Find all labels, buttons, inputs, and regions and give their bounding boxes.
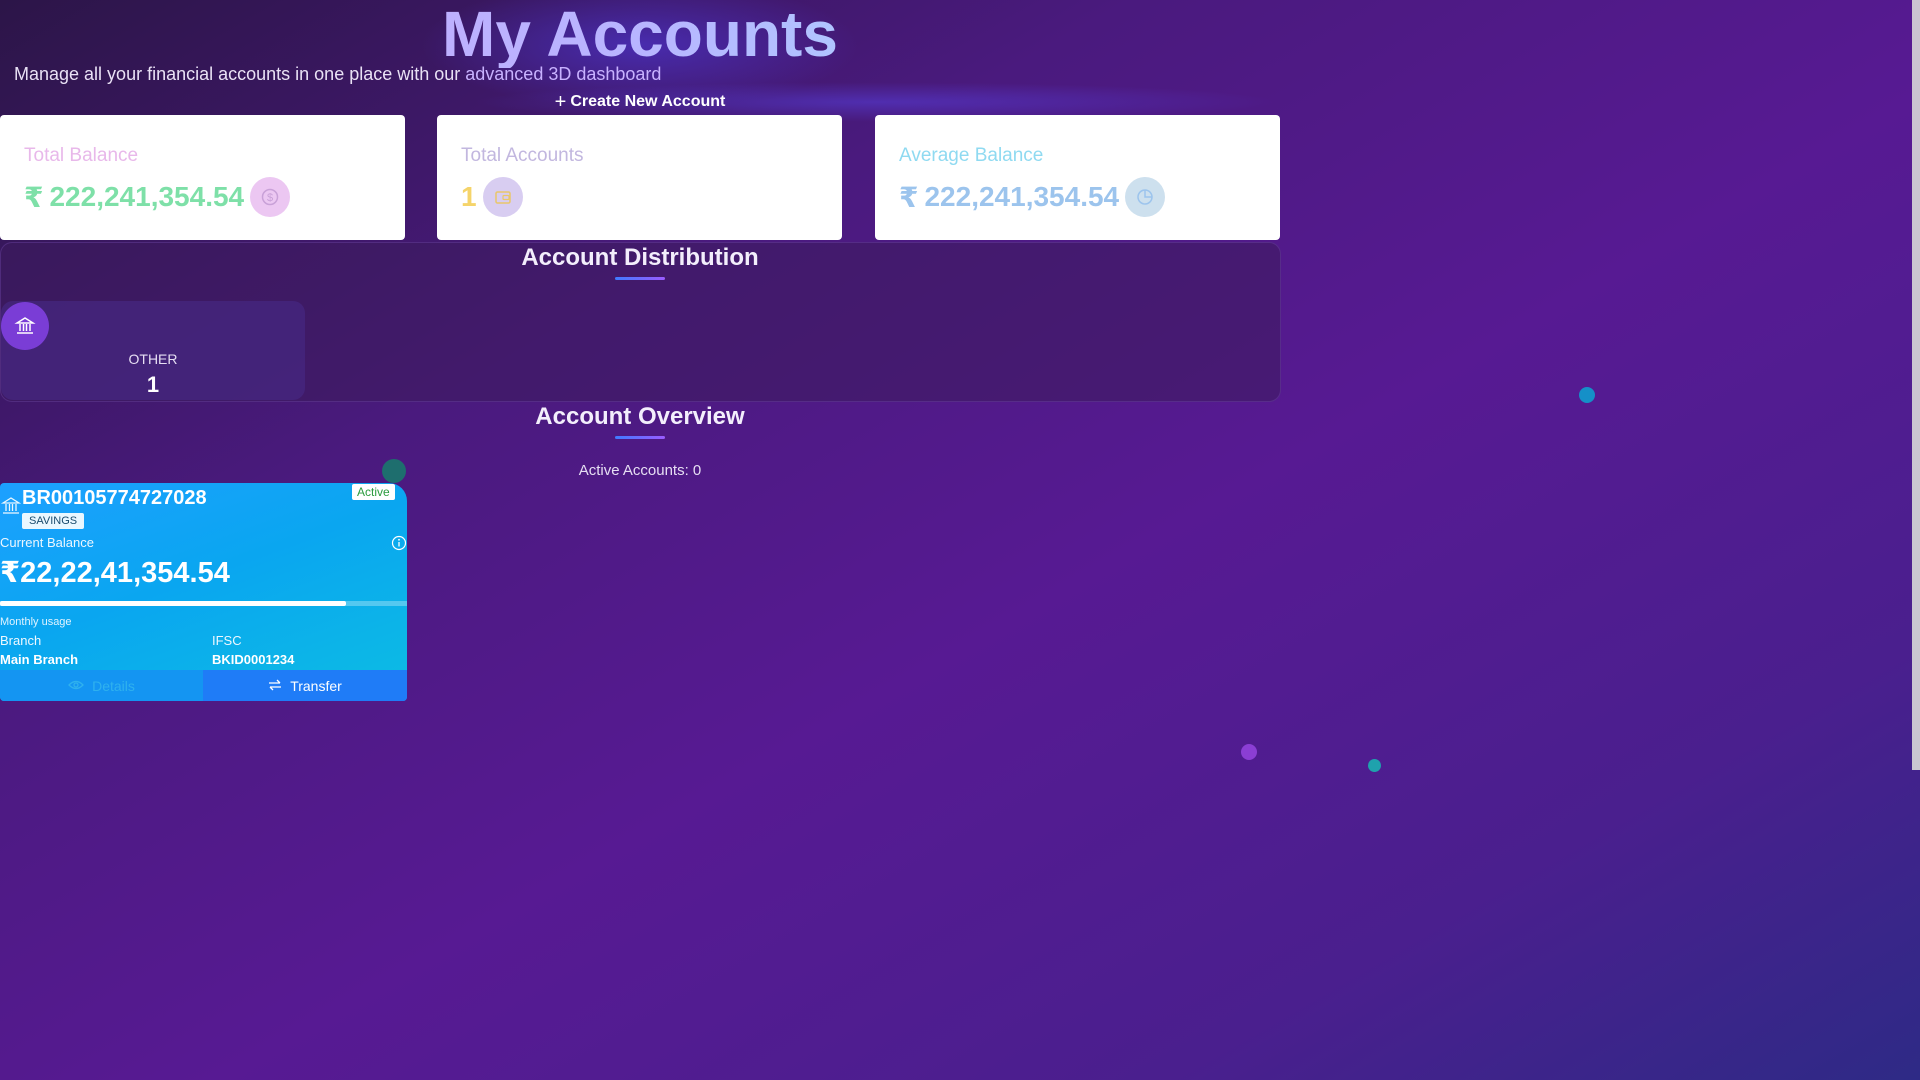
stat-value: 222,241,354.54 [924,181,1120,212]
stat-card-total-balance: Total Balance ₹ 222,241,354.54 $ [0,115,405,240]
stat-label: Total Balance [24,145,139,166]
plus-icon: + [554,91,567,113]
create-account-button[interactable]: + Create New Account [540,90,740,114]
info-icon[interactable] [391,535,407,556]
create-account-label: Create New Account [570,93,726,110]
distribution-underline [615,277,665,280]
subtitle-highlight: advanced 3D dashboard [465,64,662,84]
page-title: My Accounts [0,0,1280,68]
page-subtitle: Manage all your financial accounts in on… [14,64,661,85]
decorative-dot [1241,744,1257,760]
stat-currency: ₹ [24,181,44,213]
overview-underline [615,436,665,439]
status-badge: Active [352,484,395,500]
usage-label: Monthly usage [0,616,72,628]
usage-bar-fill [0,601,346,606]
decorative-dot [1368,759,1381,772]
ifsc-value: BKID0001234 [212,652,295,667]
balance-value: ₹22,22,41,354.54 [0,557,230,589]
distribution-count: 1 [146,372,160,397]
account-type-badge: SAVINGS [22,513,85,529]
stat-value: 222,241,354.54 [49,181,245,212]
account-card[interactable]: BR00105774727028 SAVINGS Active Current … [0,483,407,701]
overview-title: Account Overview [535,403,745,430]
branch-label: Branch [0,633,42,648]
bank-icon [1,302,49,350]
stat-card-average-balance: Average Balance ₹ 222,241,354.54 [875,115,1280,240]
decorative-dot [1579,387,1595,403]
usage-bar [0,601,407,606]
stat-card-total-accounts: Total Accounts 1 [437,115,842,240]
transfer-label: Transfer [290,677,342,694]
transfer-icon [268,678,282,694]
decorative-dot [382,459,406,483]
balance-label: Current Balance [0,535,94,550]
subtitle-text: Manage all your financial accounts in on… [14,64,466,84]
svg-text:$: $ [267,192,273,204]
active-accounts-count: Active Accounts: 0 [578,462,702,479]
details-label: Details [92,677,135,694]
account-number: BR00105774727028 [22,487,207,509]
stat-label: Average Balance [899,145,1044,166]
eye-icon [68,678,85,694]
dollar-icon: $ [250,177,291,217]
pie-chart-icon [1125,177,1166,217]
stat-value: 1 [461,181,477,212]
distribution-title: Account Distribution [521,244,759,271]
transfer-button[interactable]: Transfer [203,670,407,701]
wallet-icon [482,177,523,217]
stat-currency: ₹ [899,181,919,213]
branch-value: Main Branch [0,652,79,667]
ifsc-label: IFSC [212,633,242,648]
stat-label: Total Accounts [461,145,584,166]
bank-icon [0,495,22,522]
details-button[interactable]: Details [0,670,203,701]
scrollbar[interactable] [1912,0,1920,770]
distribution-label: OTHER [128,351,178,367]
